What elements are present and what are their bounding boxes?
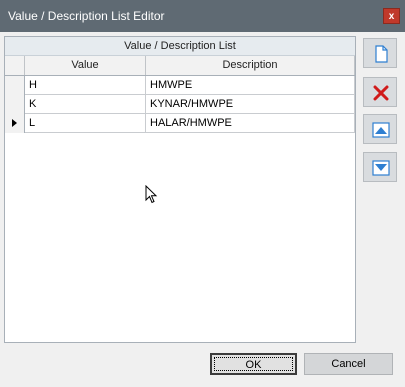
- dialog-window: Value / Description List Editor x Value …: [0, 0, 405, 387]
- current-row-arrow-icon: [12, 119, 17, 127]
- dialog-content: Value / Description List Value Descripti…: [0, 32, 405, 387]
- description-cell[interactable]: KYNAR/HMWPE: [146, 95, 355, 113]
- move-up-button[interactable]: [363, 114, 397, 144]
- move-down-button[interactable]: [363, 152, 397, 182]
- delete-row-button[interactable]: [363, 77, 397, 107]
- mouse-cursor-icon: [145, 185, 158, 204]
- table-row[interactable]: L HALAR/HMWPE: [5, 114, 355, 133]
- column-header-description[interactable]: Description: [146, 56, 355, 75]
- value-cell[interactable]: K: [25, 95, 146, 113]
- focus-rectangle: [214, 357, 293, 371]
- row-selector[interactable]: [5, 76, 25, 95]
- delete-x-icon: [373, 85, 389, 101]
- new-document-icon: [375, 45, 388, 63]
- description-cell[interactable]: HMWPE: [146, 76, 355, 94]
- row-selector-header: [5, 56, 25, 75]
- row-selector[interactable]: [5, 114, 25, 133]
- table-row[interactable]: H HMWPE: [5, 76, 355, 95]
- value-description-grid: Value / Description List Value Descripti…: [4, 36, 356, 343]
- value-cell[interactable]: L: [25, 114, 146, 132]
- move-down-icon: [372, 160, 390, 176]
- title-bar[interactable]: Value / Description List Editor x: [0, 0, 405, 32]
- value-cell[interactable]: H: [25, 76, 146, 94]
- column-header-row: Value Description: [5, 56, 355, 76]
- window-title: Value / Description List Editor: [8, 9, 165, 23]
- new-row-button[interactable]: [363, 38, 397, 68]
- cancel-button[interactable]: Cancel: [304, 353, 393, 375]
- grid-group-header: Value / Description List: [5, 37, 355, 56]
- table-row[interactable]: K KYNAR/HMWPE: [5, 95, 355, 114]
- row-selector[interactable]: [5, 95, 25, 114]
- close-button[interactable]: x: [383, 8, 400, 24]
- move-up-icon: [372, 122, 390, 138]
- ok-button[interactable]: OK: [210, 353, 297, 375]
- column-header-value[interactable]: Value: [25, 56, 146, 75]
- description-cell[interactable]: HALAR/HMWPE: [146, 114, 355, 132]
